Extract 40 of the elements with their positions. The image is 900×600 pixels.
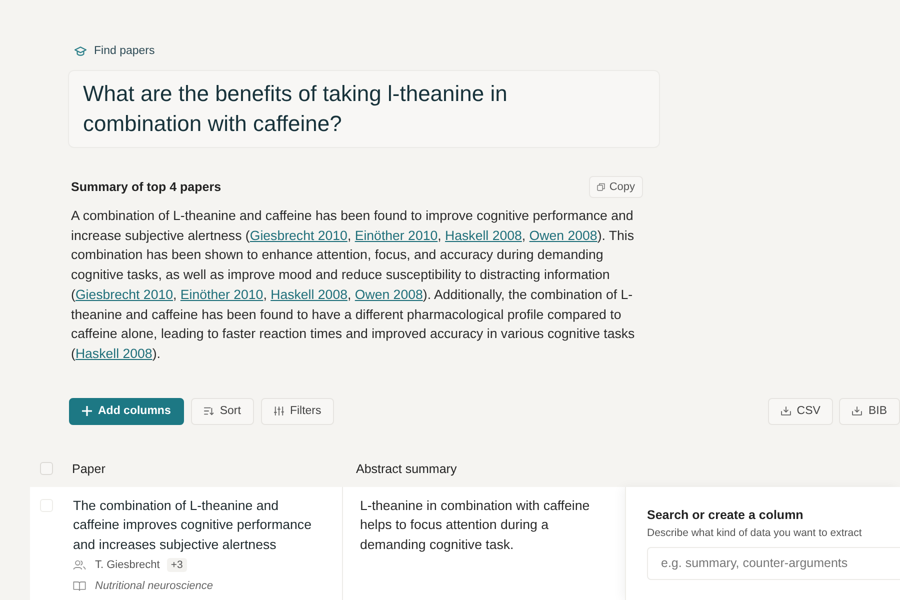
citation-link[interactable]: Haskell 2008 [270,286,348,302]
summary-paragraph: A combination of L-theanine and caffeine has been found to improve cognitive performance and increase subjective alertness (Giesbrecht 2010, Einöther 2010, Haskell 2008, Owen 2008). This combination has been shown to enhance attention, focus, and accuracy during demanding cognitive tasks, as well as improve mood and reduce susceptibility to distracting information (Giesbrecht 2010, Einöther 2010, Haskell 2008, Owen 2008). Additionally, the combination of L-theanine and caffeine has been found to have a different pharmacological profile compared to caffeine alone, leading to faster reaction times and improved accuracy in various cognitive tasks (Haskell 2008). [71,207,636,363]
citation-link[interactable]: Giesbrecht 2010 [250,228,348,243]
copy-button[interactable]: Copy [589,176,643,198]
citation-link[interactable]: Haskell 2008 [445,228,522,243]
author-name: T. Giesbrecht [95,559,160,572]
column-search-input[interactable]: e.g. summary, counter-arguments [647,546,900,580]
column-header[interactable]: Paper [60,462,343,476]
abstract-summary-text: L-theanine in combination with caffeine helps to focus attention during a demanding cognitive task. [360,496,591,554]
filters-button[interactable]: Filters [260,398,334,425]
column-header[interactable]: Abstract summary [343,462,900,476]
citation-link[interactable]: Haskell 2008 [75,346,152,361]
query-card[interactable]: What are the benefits of taking l-theanine in combination with caffeine? [68,70,660,148]
sort-icon [204,406,214,416]
copy-icon [597,183,606,191]
download-button[interactable]: BIB [839,398,900,425]
citation-link[interactable]: Owen 2008 [354,286,423,302]
book-icon [73,581,86,592]
sliders-icon [274,406,284,416]
select-all-checkbox[interactable] [40,462,52,476]
people-icon [73,560,86,570]
query-text: What are the benefits of taking l-theanine in combination with caffeine? [83,80,508,138]
popover-description: Describe what kind of data you want to extract [647,526,863,539]
more-authors-count: +3 [166,558,187,572]
citation-link[interactable]: Einöther 2010 [180,286,264,302]
graduation-cap-icon [74,46,87,56]
download-icon [780,406,791,416]
citation-link[interactable]: Einöther 2010 [354,228,438,243]
journal-name: Nutritional neuroscience [95,580,214,592]
download-button[interactable]: CSV [768,398,834,425]
citation-link[interactable]: Owen 2008 [529,228,598,243]
add-columns-button[interactable]: Add columns [69,398,184,425]
popover-title: Search or create a column [647,508,804,522]
summary-heading: Summary of top 4 papers [71,180,222,194]
paper-title[interactable]: The combination of L-theanine and caffeine improves cognitive performance and increases subjective alertness [73,496,321,554]
citation-link[interactable]: Giesbrecht 2010 [75,286,174,302]
find-papers-link[interactable]: Find papers [94,45,155,57]
sort-button[interactable]: Sort [190,398,254,425]
download-icon [852,406,862,416]
plus-icon [82,406,92,416]
